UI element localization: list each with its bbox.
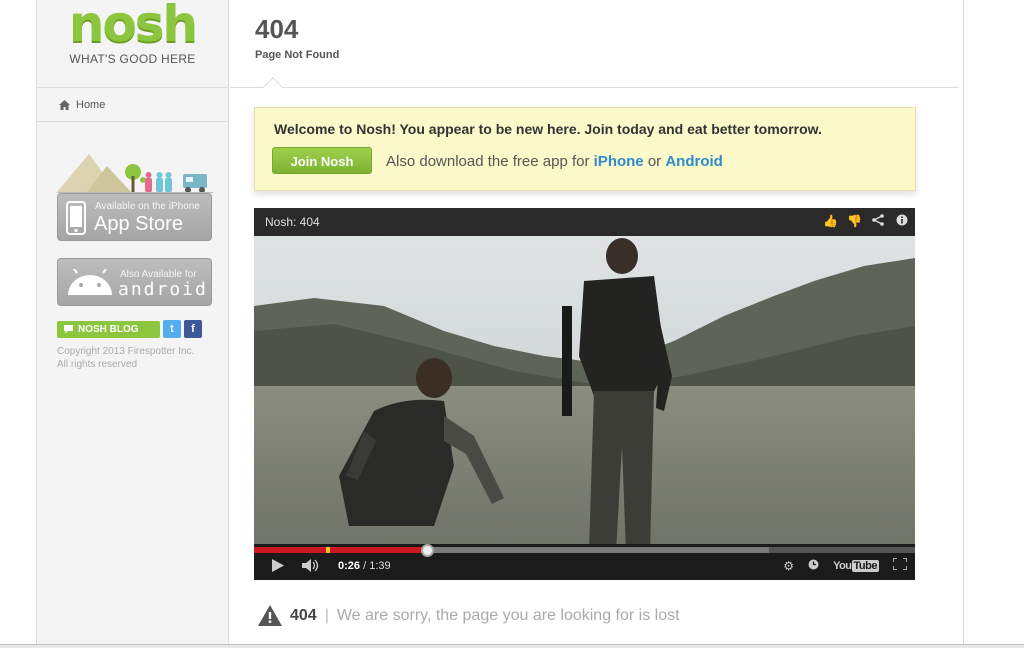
watch-later-clock-icon[interactable] [808, 559, 819, 573]
youtube-logo[interactable]: You Tube [833, 559, 879, 572]
settings-gear-icon[interactable]: ⚙ [783, 559, 794, 573]
progress-bar[interactable] [254, 544, 915, 557]
video-title-bar: Nosh: 404 👍 👎 [254, 208, 915, 236]
page-subtitle: Page Not Found [255, 49, 340, 61]
share-icon[interactable] [871, 214, 885, 229]
page-frame: nosh WHAT'S GOOD HERE Home Available on … [36, 0, 964, 644]
android-link[interactable]: Android [665, 153, 723, 170]
speech-bubble-icon [64, 325, 73, 334]
sidebar: nosh WHAT'S GOOD HERE Home Available on … [37, 0, 229, 644]
app-store-button[interactable]: Available on the iPhone App Store [57, 193, 212, 241]
copyright: Copyright 2013 Firespotter Inc. All righ… [57, 346, 195, 370]
scrubber-handle[interactable] [421, 544, 434, 557]
main-content: 404 Page Not Found Welcome to Nosh! You … [230, 0, 959, 644]
lost-text: We are sorry, the page you are looking f… [336, 606, 680, 624]
home-label: Home [76, 98, 106, 111]
lost-message: 404 | We are sorry, the page you are loo… [258, 605, 680, 626]
info-icon[interactable] [895, 214, 909, 229]
town-illustration-icon [57, 154, 213, 193]
facebook-icon[interactable]: f [184, 320, 202, 338]
time-display: 0:26 / 1:39 [338, 559, 391, 572]
page-header: 404 Page Not Found [230, 0, 959, 97]
thumbs-up-icon[interactable]: 👍 [823, 214, 838, 229]
android-robot-icon [68, 269, 112, 295]
play-icon[interactable] [272, 559, 284, 572]
video-title[interactable]: Nosh: 404 [265, 215, 320, 229]
progress-marker [326, 547, 330, 553]
iphone-link[interactable]: iPhone [594, 153, 644, 170]
nosh-logo[interactable]: nosh [37, 0, 228, 49]
blog-label: NOSH BLOG [78, 323, 139, 335]
lost-code: 404 [290, 606, 317, 624]
android-button[interactable]: Also Available for android [57, 258, 212, 306]
twitter-icon[interactable]: t [163, 320, 181, 338]
logo-area[interactable]: nosh WHAT'S GOOD HERE [37, 0, 228, 88]
controls-left: 0:26 / 1:39 [272, 559, 391, 572]
app-store-small-text: Available on the iPhone [95, 201, 200, 212]
iphone-icon [66, 201, 86, 235]
video-player[interactable]: Nosh: 404 👍 👎 0:26 / 1:39 ⚙ You Tube [254, 208, 915, 580]
join-nosh-button[interactable]: Join Nosh [272, 147, 372, 174]
tagline: WHAT'S GOOD HERE [69, 52, 196, 66]
progress-played [254, 547, 428, 553]
app-store-big-text: App Store [94, 213, 183, 235]
download-text: Also download the free app for iPhone or… [386, 153, 723, 170]
video-frame-image [254, 236, 915, 552]
header-notch [263, 77, 283, 97]
volume-icon[interactable] [302, 559, 320, 572]
video-actions: 👍 👎 [823, 214, 909, 229]
android-big-text: android [118, 279, 208, 300]
thumbs-down-icon[interactable]: 👎 [847, 214, 862, 229]
home-icon [59, 99, 70, 110]
fullscreen-icon[interactable] [892, 557, 908, 573]
sidebar-item-home[interactable]: Home [37, 88, 228, 122]
welcome-message: Welcome to Nosh! You appear to be new he… [274, 121, 822, 137]
nosh-blog-button[interactable]: NOSH BLOG [57, 320, 160, 338]
duration: 1:39 [369, 559, 391, 572]
lost-separator: | [324, 606, 329, 624]
welcome-notice: Welcome to Nosh! You appear to be new he… [254, 107, 916, 191]
current-time: 0:26 [338, 559, 361, 572]
social-row: NOSH BLOG t f [57, 320, 202, 338]
page-title: 404 [255, 14, 299, 44]
warning-triangle-icon [258, 605, 282, 626]
window-bottom-edge [0, 644, 1024, 648]
controls-right: ⚙ You Tube [783, 557, 908, 573]
video-controls: 0:26 / 1:39 ⚙ You Tube [254, 544, 915, 580]
